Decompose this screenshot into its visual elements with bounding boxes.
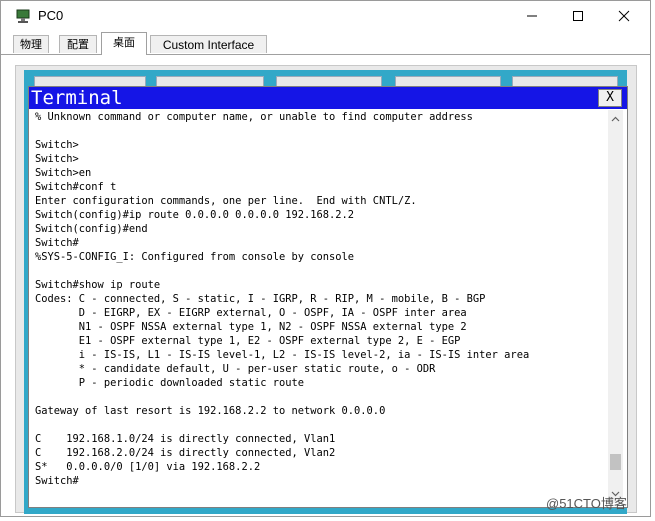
terminal-line: Switch> [35,139,79,151]
terminal-line: P - periodic downloaded static route [35,377,304,389]
terminal-line: * - candidate default, U - per-user stat… [35,363,436,375]
tab-bar: 物理 配置 桌面 Custom Interface [1,32,650,55]
terminal-line: Switch#show ip route [35,279,161,291]
terminal-scrollbar[interactable] [608,110,623,503]
terminal-line: i - IS-IS, L1 - IS-IS level-1, L2 - IS-I… [35,349,530,361]
terminal-line: Gateway of last resort is 192.168.2.2 to… [35,405,386,417]
scroll-up-arrow-icon[interactable] [608,112,623,127]
minimize-button[interactable] [509,1,555,31]
tab-content: Terminal X % Unknown command or computer… [15,65,637,514]
scroll-thumb[interactable] [610,454,621,470]
terminal-line: Switch(config)#end [35,223,148,235]
terminal-line: Switch# [35,475,79,487]
terminal-line: Switch> [35,153,79,165]
terminal-output[interactable]: % Unknown command or computer name, or u… [35,110,605,503]
window-title: PC0 [38,8,64,23]
terminal-title: Terminal [31,87,123,109]
terminal-window: Terminal X % Unknown command or computer… [28,86,628,508]
maximize-button[interactable] [555,1,601,31]
terminal-line: C 192.168.1.0/24 is directly connected, … [35,433,336,445]
pc-app-icon [15,8,31,24]
tab-physical[interactable]: 物理 [13,35,49,53]
close-icon [618,10,630,22]
terminal-body[interactable]: % Unknown command or computer name, or u… [31,110,625,505]
title-bar[interactable]: PC0 [1,1,650,32]
terminal-title-bar[interactable]: Terminal X [29,87,627,109]
terminal-line: Enter configuration commands, one per li… [35,195,417,207]
desktop-area: Terminal X % Unknown command or computer… [24,70,628,514]
terminal-line: Switch# [35,237,79,249]
tab-custom-interface[interactable]: Custom Interface [150,35,267,53]
close-button[interactable] [601,1,647,31]
terminal-line: Switch(config)#ip route 0.0.0.0 0.0.0.0 … [35,209,355,221]
terminal-line: N1 - OSPF NSSA external type 1, N2 - OSP… [35,321,467,333]
minimize-icon [527,15,537,17]
terminal-line: E1 - OSPF external type 1, E2 - OSPF ext… [35,335,461,347]
terminal-line: Switch#conf t [35,181,117,193]
terminal-line: C 192.168.2.0/24 is directly connected, … [35,447,336,459]
watermark: @51CTO博客 [546,496,627,511]
tab-config[interactable]: 配置 [59,35,97,53]
terminal-line: Codes: C - connected, S - static, I - IG… [35,293,486,305]
maximize-icon [573,11,583,21]
app-window: PC0 物理 配置 桌面 Custom Interface Terminal X… [0,0,651,517]
terminal-line: S* 0.0.0.0/0 [1/0] via 192.168.2.2 [35,461,261,473]
terminal-close-button[interactable]: X [598,89,622,107]
terminal-line: % Unknown command or computer name, or u… [35,111,473,123]
terminal-line: D - EIGRP, EX - EIGRP external, O - OSPF… [35,307,467,319]
terminal-line: %SYS-5-CONFIG_I: Configured from console… [35,251,355,263]
tab-desktop[interactable]: 桌面 [101,32,147,55]
terminal-line: Switch>en [35,167,92,179]
